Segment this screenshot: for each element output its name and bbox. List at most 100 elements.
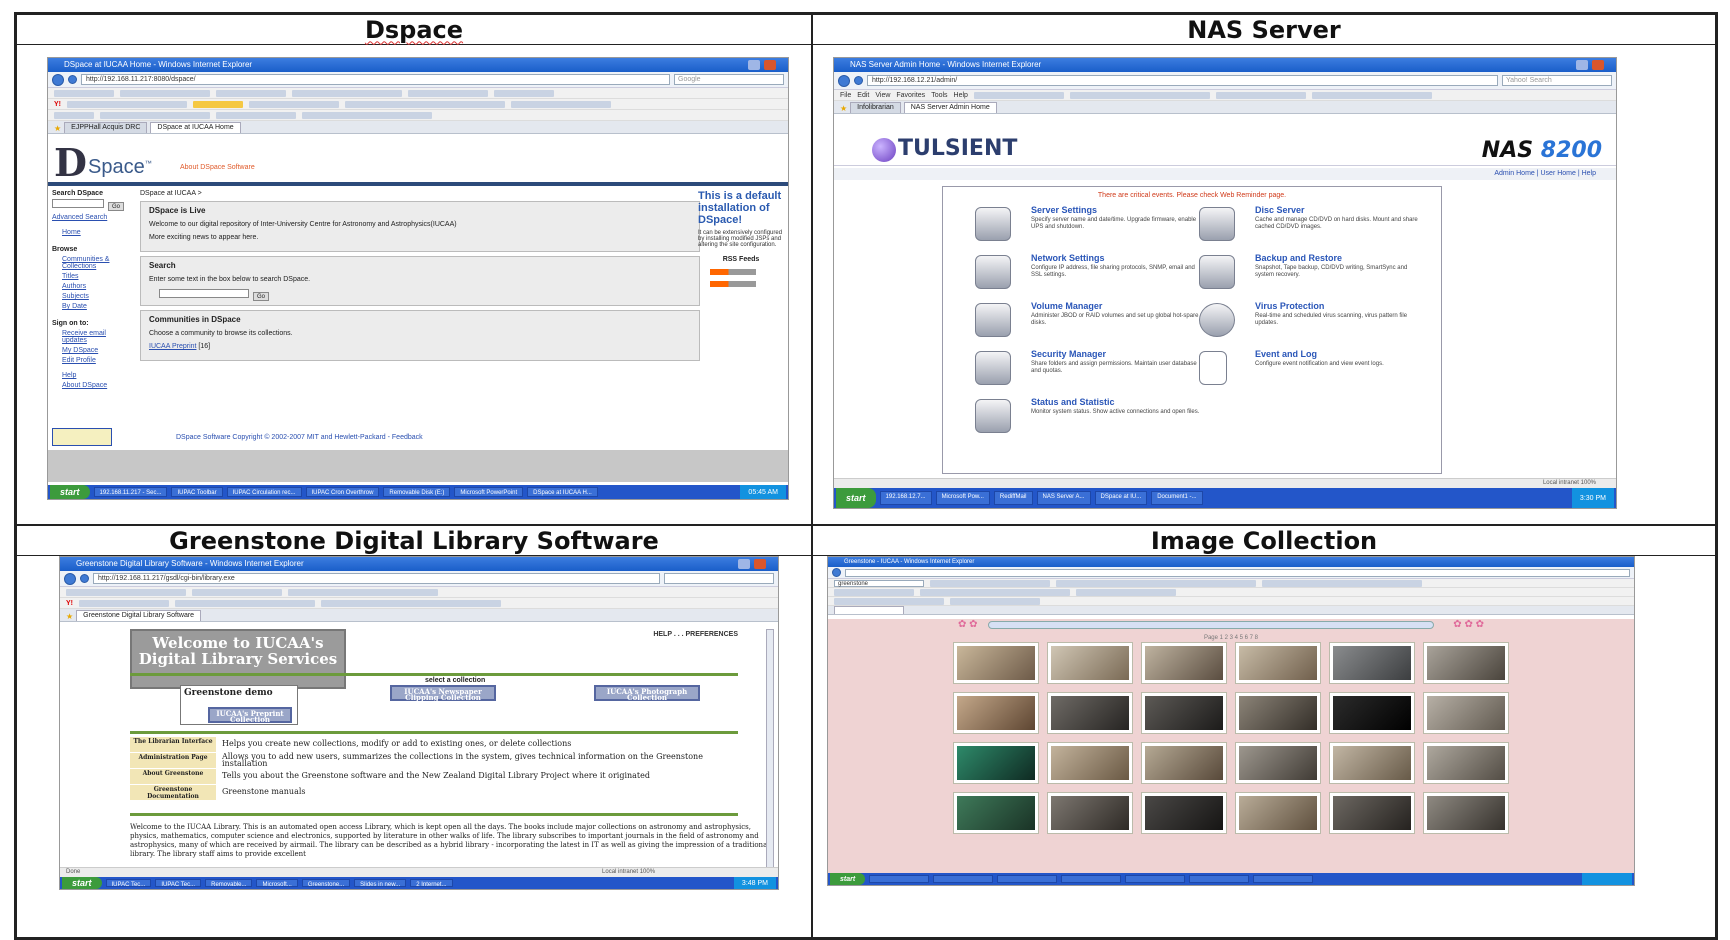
photo-thumbnail[interactable]	[1236, 793, 1320, 833]
toolbar-block[interactable]	[1076, 588, 1176, 596]
toolbar-block[interactable]	[216, 89, 286, 97]
photo-thumbnail[interactable]	[1424, 693, 1508, 733]
forward-icon[interactable]	[854, 76, 863, 85]
backup-restore-item[interactable]: Backup and Restore Snapshot, Tape backup,…	[1199, 253, 1429, 297]
tab-ejpphall[interactable]: EJPPHall Acquis DRC	[64, 122, 148, 133]
toolbar-block[interactable]	[79, 599, 169, 607]
search-box[interactable]: Yahoo! Search	[1502, 75, 1612, 86]
toolbar-block[interactable]	[834, 597, 944, 605]
toolbar-block[interactable]	[302, 111, 432, 119]
taskbar-item[interactable]	[869, 874, 930, 884]
tab-infolibrarian[interactable]: Infolibrarian	[850, 102, 901, 113]
tab-nas-admin[interactable]: NAS Server Admin Home	[903, 102, 997, 113]
photo-thumbnail[interactable]	[954, 793, 1038, 833]
taskbar-item[interactable]	[997, 874, 1058, 884]
photo-thumbnail[interactable]	[1236, 743, 1320, 783]
window-close-icon[interactable]	[764, 60, 776, 70]
sidebar-go-button[interactable]: Go	[108, 202, 124, 211]
minimize-button[interactable]	[738, 559, 750, 569]
browse-link[interactable]: Communities & Collections	[62, 256, 132, 270]
tab-gallery[interactable]	[834, 606, 904, 614]
community-link[interactable]: IUCAA Preprint	[149, 343, 196, 350]
shield-icon[interactable]	[1199, 303, 1235, 337]
sidebar-search-input[interactable]	[52, 199, 104, 208]
toolbar-block[interactable]	[193, 100, 243, 108]
toolbar-block[interactable]	[920, 588, 1070, 596]
start-button[interactable]: start	[830, 873, 866, 885]
forward-icon[interactable]	[80, 574, 89, 583]
star-icon[interactable]: ★	[840, 104, 847, 113]
server-icon[interactable]	[975, 207, 1011, 241]
page-navigation[interactable]: Page 1 2 3 4 5 6 7 8	[828, 635, 1634, 641]
taskbar-item[interactable]: NAS Server A...	[1036, 490, 1091, 506]
toolbar-block[interactable]	[54, 89, 114, 97]
home-link[interactable]: Home	[62, 229, 132, 236]
browse-link[interactable]: Titles	[62, 273, 132, 280]
admin-row[interactable]: Administration Page Allows you to add new…	[130, 753, 750, 768]
taskbar-item[interactable]: IUPAC Toolbar	[171, 486, 223, 498]
toolbar-block[interactable]	[120, 89, 210, 97]
security-manager-item[interactable]: Security Manager Share folders and assign…	[975, 349, 1205, 393]
scrollbar[interactable]	[766, 629, 774, 869]
toolbar-block[interactable]	[1069, 91, 1210, 99]
server-settings-item[interactable]: Server Settings Specify server name and d…	[975, 205, 1205, 249]
event-log-item[interactable]: Event and Log Configure event notificatio…	[1199, 349, 1429, 393]
breadcrumb[interactable]: DSpace at IUCAA >	[140, 190, 700, 197]
toolbar-block[interactable]	[1215, 91, 1306, 99]
photograph-collection-button[interactable]: IUCAA's Photograph Collection	[594, 685, 700, 701]
taskbar-item[interactable]: Microsoft Pow...	[935, 490, 990, 506]
newspaper-collection-button[interactable]: IUCAA's Newspaper Clipping Collection	[390, 685, 496, 701]
photo-thumbnail[interactable]	[1424, 743, 1508, 783]
photo-thumbnail[interactable]	[1048, 643, 1132, 683]
window-close-icon[interactable]	[754, 559, 766, 569]
taskbar-item[interactable]	[1189, 874, 1250, 884]
taskbar-item[interactable]: Microsoft...	[256, 878, 298, 888]
search-box[interactable]: Google	[674, 74, 784, 85]
toolbar-block[interactable]	[66, 588, 186, 596]
photo-thumbnail[interactable]	[1142, 643, 1226, 683]
tab-greenstone[interactable]: Greenstone Digital Library Software	[76, 610, 202, 621]
star-icon[interactable]: ★	[66, 612, 73, 621]
toolbar-block[interactable]	[100, 111, 210, 119]
taskbar-item[interactable]	[933, 874, 994, 884]
help-preferences-links[interactable]: HELP . . . PREFERENCES	[653, 631, 738, 638]
menu-help[interactable]: Help	[954, 92, 968, 99]
browse-link[interactable]: Subjects	[62, 293, 132, 300]
forward-icon[interactable]	[68, 75, 77, 84]
photo-thumbnail[interactable]	[954, 693, 1038, 733]
toolbar-block[interactable]	[175, 599, 315, 607]
critical-warning[interactable]: There are critical events. Please check …	[943, 192, 1441, 199]
menu-view[interactable]: View	[875, 92, 890, 99]
status-statistic-item[interactable]: Status and Statistic Monitor system statu…	[975, 397, 1205, 441]
toolbar-block[interactable]	[950, 597, 1040, 605]
sign-on-link[interactable]: Receive email updates	[62, 330, 132, 344]
virus-protection-item[interactable]: Virus Protection Real-time and scheduled …	[1199, 301, 1429, 345]
about-row[interactable]: About Greenstone Tells you about the Gree…	[130, 769, 750, 784]
browse-link[interactable]: Authors	[62, 283, 132, 290]
taskbar-item[interactable]: IUPAC Tec...	[105, 878, 152, 888]
photo-thumbnail[interactable]	[1236, 643, 1320, 683]
toolbar-block[interactable]	[1056, 579, 1256, 587]
sign-on-link[interactable]: My DSpace	[62, 347, 132, 354]
toolbar-block[interactable]	[973, 91, 1064, 99]
photo-thumbnail[interactable]	[954, 643, 1038, 683]
toolbar-block[interactable]	[249, 100, 339, 108]
taskbar-item[interactable]	[1061, 874, 1122, 884]
taskbar-item[interactable]: RediffMail	[993, 490, 1033, 506]
rss-feed-icon[interactable]	[710, 269, 756, 275]
tab-dspace[interactable]: DSpace at IUCAA Home	[150, 122, 241, 133]
back-icon[interactable]	[52, 73, 64, 86]
address-bar[interactable]	[845, 568, 1630, 577]
dspace-logo[interactable]: D	[54, 142, 87, 184]
taskbar-item[interactable]: 192.168.12.7...	[879, 490, 932, 506]
toolbar-block[interactable]	[288, 588, 438, 596]
toolbar-block[interactable]	[494, 89, 554, 97]
toolbar-block[interactable]	[834, 588, 914, 596]
taskbar-item[interactable]	[1125, 874, 1186, 884]
photo-thumbnail[interactable]	[1048, 693, 1132, 733]
main-search-input[interactable]	[159, 289, 249, 298]
photo-thumbnail[interactable]	[1330, 743, 1414, 783]
taskbar-item[interactable]: Removable Disk (E:)	[383, 486, 451, 498]
menu-edit[interactable]: Edit	[857, 92, 869, 99]
main-go-button[interactable]: Go	[253, 292, 269, 301]
